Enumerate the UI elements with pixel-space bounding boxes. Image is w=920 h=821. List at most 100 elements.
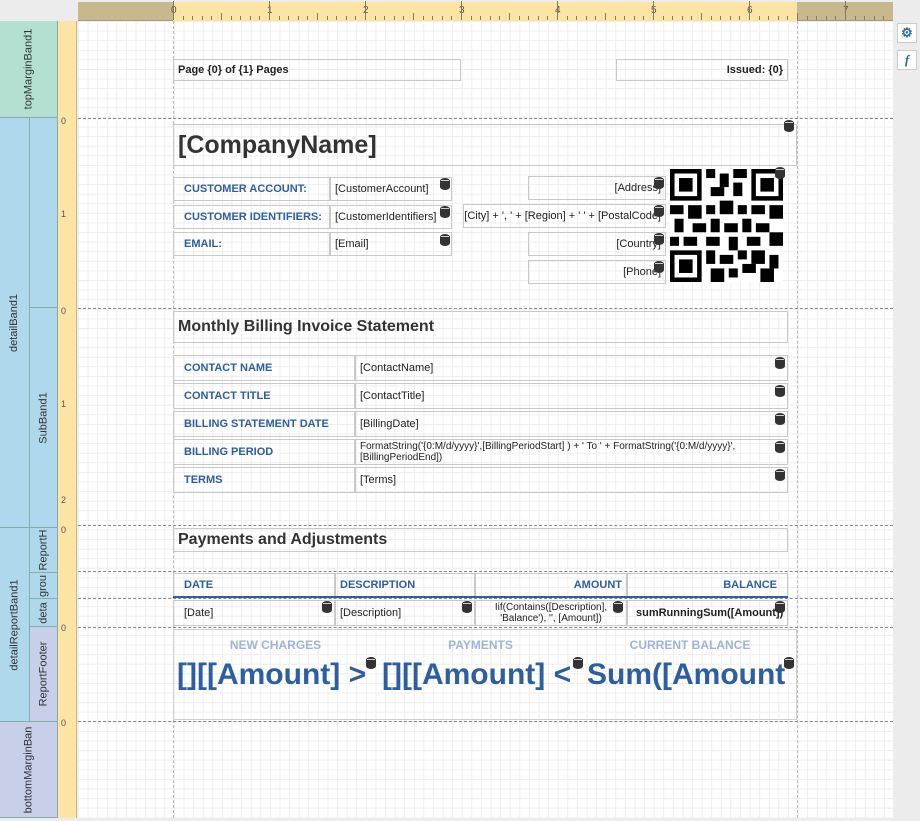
band-detail-inner[interactable] <box>30 118 58 308</box>
database-icon <box>784 657 794 669</box>
ruler-tick <box>797 13 798 20</box>
band-detail-report[interactable]: detailReportBand1 <box>0 528 30 722</box>
contact-name-field[interactable]: [ContactName] <box>355 355 788 381</box>
band-detail2[interactable]: deta <box>30 599 58 627</box>
email-label[interactable]: EMAIL: <box>173 232 330 256</box>
ruler-tick <box>432 16 434 20</box>
ruler-tick <box>768 16 770 20</box>
qr-code-icon[interactable] <box>670 169 783 282</box>
expression-function-icon[interactable]: f <box>897 50 917 70</box>
company-name-field[interactable]: [CompanyName] <box>173 124 797 166</box>
band-separator <box>78 598 893 599</box>
new-charges-value[interactable]: [][[Amount] > <box>173 657 378 693</box>
payments-title[interactable]: Payments and Adjustments <box>173 528 788 552</box>
header-underline <box>173 596 788 598</box>
band-subband[interactable]: SubBand1 <box>30 308 58 528</box>
ruler-tick <box>691 16 693 20</box>
band-label: grou <box>37 574 50 597</box>
ruler-tick <box>672 16 674 20</box>
country-field[interactable]: [Country] <box>528 232 666 256</box>
ruler-tick <box>576 16 578 20</box>
ruler-number: 1 <box>61 209 67 219</box>
phone-field[interactable]: [Phone] <box>528 260 666 284</box>
ruler-tick <box>845 1 846 20</box>
properties-gear-icon[interactable]: ⚙ <box>897 23 917 43</box>
address-field[interactable]: [Address] <box>528 176 666 200</box>
ruler-tick <box>211 16 213 20</box>
ruler-tick <box>201 16 203 20</box>
ruler-tick <box>758 16 760 20</box>
band-detail[interactable]: detailBand1 <box>0 118 30 528</box>
ruler-tick <box>777 16 779 20</box>
ruler-tick <box>662 16 664 20</box>
band-separator <box>78 118 893 119</box>
terms-field[interactable]: [Terms] <box>355 467 788 493</box>
statement-title[interactable]: Monthly Billing Invoice Statement <box>173 311 788 343</box>
ruler-tick <box>739 16 741 20</box>
terms-label[interactable]: TERMS <box>173 467 355 493</box>
ruler-number: 0 <box>61 718 67 728</box>
ruler-tick <box>547 16 549 20</box>
ruler-tick <box>480 16 482 20</box>
ruler-tick <box>681 16 683 20</box>
current-balance-value[interactable]: Sum([Amount <box>583 657 797 693</box>
ruler-tick <box>489 16 491 20</box>
customer-account-label[interactable]: CUSTOMER ACCOUNT: <box>173 177 330 201</box>
database-icon <box>775 441 785 453</box>
billing-period-field[interactable]: FormatString('{0:M/d/yyyy}',[BillingPeri… <box>355 439 788 465</box>
city-region-postal-field[interactable]: [City] + ', ' + [Region] + ' ' + [Postal… <box>463 204 666 228</box>
contact-name-label[interactable]: CONTACT NAME <box>173 355 355 381</box>
database-icon <box>775 385 785 397</box>
header-amount[interactable]: AMOUNT <box>475 573 627 597</box>
ruler-tick <box>518 16 520 20</box>
band-group-header[interactable]: grou <box>30 573 58 599</box>
header-balance[interactable]: BALANCE <box>627 573 788 597</box>
amount-cell[interactable]: Iif(Contains([Description], 'Balance'), … <box>475 600 627 626</box>
billing-date-field[interactable]: [BillingDate] <box>355 411 788 437</box>
band-report-footer[interactable]: ReportFooter <box>30 627 58 722</box>
issued-label[interactable]: Issued: {0} <box>616 59 788 81</box>
contact-title-field[interactable]: [ContactTitle] <box>355 383 788 409</box>
design-surface[interactable]: Page {0} of {1} Pages Issued: {0} [Compa… <box>78 21 893 818</box>
date-cell[interactable]: [Date] <box>173 600 335 626</box>
band-bottom-margin[interactable]: bottomMarginBan <box>0 722 58 818</box>
ruler-tick <box>403 16 405 20</box>
ruler-tick <box>259 16 261 20</box>
ruler-tick <box>249 16 251 20</box>
database-icon <box>366 657 376 669</box>
header-description[interactable]: DESCRIPTION <box>335 573 475 597</box>
header-date[interactable]: DATE <box>173 573 335 597</box>
ruler-tick <box>806 16 808 20</box>
band-label: ReportFooter <box>37 641 50 707</box>
page-info-label[interactable]: Page {0} of {1} Pages <box>173 59 461 81</box>
ruler-tick <box>720 16 722 20</box>
database-icon <box>654 261 664 273</box>
billing-period-label[interactable]: BILLING PERIOD <box>173 439 355 465</box>
ruler-tick <box>355 16 357 20</box>
ruler-number: 0 <box>61 306 67 316</box>
customer-identifiers-label[interactable]: CUSTOMER IDENTIFIERS: <box>173 205 330 229</box>
balance-cell[interactable]: sumRunningSum([Amount]) <box>627 600 788 626</box>
band-label: bottomMarginBan <box>22 726 35 813</box>
ruler-tick <box>470 16 472 20</box>
billing-date-label[interactable]: BILLING STATEMENT DATE <box>173 411 355 437</box>
ruler-tick <box>605 13 606 20</box>
database-icon <box>775 601 785 613</box>
band-separator <box>78 525 893 526</box>
payments-value[interactable]: [][[Amount] < <box>378 657 583 693</box>
ruler-tick <box>422 16 424 20</box>
email-field[interactable]: [Email] <box>330 232 452 256</box>
band-top-margin[interactable]: topMarginBand1 <box>0 21 58 118</box>
database-icon <box>613 601 623 613</box>
ruler-tick <box>537 16 539 20</box>
ruler-number: 0 <box>61 525 67 535</box>
band-report-header[interactable]: ReportH <box>30 528 58 573</box>
contact-title-label[interactable]: CONTACT TITLE <box>173 383 355 409</box>
ruler-tick <box>624 16 626 20</box>
database-icon <box>440 178 450 190</box>
band-label: SubBand1 <box>37 391 50 444</box>
ruler-number: 0 <box>61 116 67 126</box>
description-cell[interactable]: [Description] <box>335 600 475 626</box>
customer-identifiers-field[interactable]: [CustomerIdentifiers] <box>330 205 452 229</box>
customer-account-field[interactable]: [CustomerAccount] <box>330 177 452 201</box>
